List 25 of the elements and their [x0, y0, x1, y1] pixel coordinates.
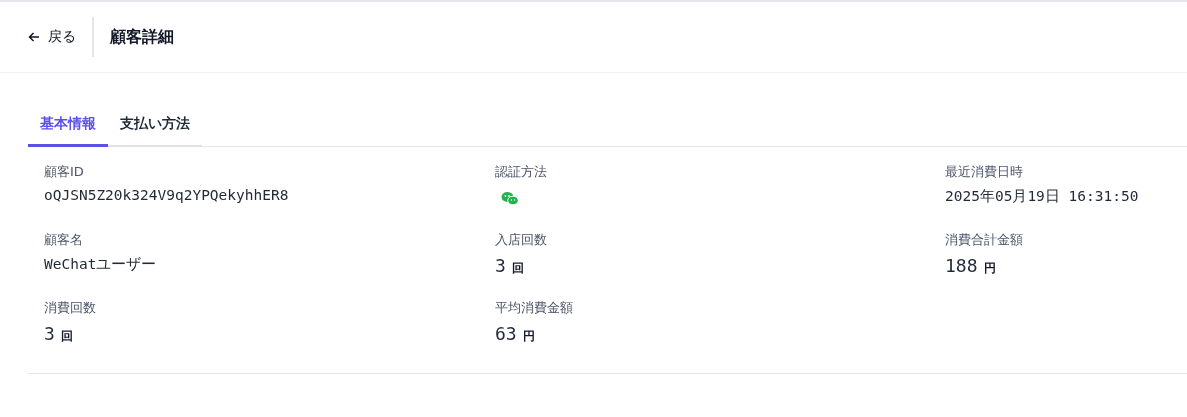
field-label: 平均消費金額	[495, 299, 574, 317]
page-title: 顧客詳細	[110, 26, 174, 48]
back-arrow-icon	[28, 31, 40, 43]
field-label: 消費合計金額	[945, 231, 1024, 249]
tab[interactable]: 支払い方法	[108, 105, 202, 147]
field-value: 3	[495, 255, 506, 276]
unit-label: 回	[511, 261, 524, 275]
unit-label: 円	[522, 329, 535, 343]
wechat-icon	[501, 190, 519, 206]
field-label: 消費回数	[44, 299, 97, 317]
field-label: 認証方法	[495, 163, 548, 181]
back-button[interactable]: 戻る	[28, 17, 94, 57]
field-value: 2025年05月19日 16:31:50	[945, 187, 1140, 206]
field-value: oQJSN5Z20k324V9q2YPQekyhhER8	[44, 187, 290, 203]
field-value: 188	[945, 255, 978, 276]
unit-label: 回	[60, 329, 73, 343]
field-value: WeChatユーザー	[44, 255, 158, 274]
field-label: 顧客名	[44, 231, 84, 249]
field-label: 顧客ID	[44, 163, 85, 181]
field-value: 63	[495, 323, 517, 344]
field-label: 最近消費日時	[945, 163, 1024, 181]
field-label: 入店回数	[495, 231, 548, 249]
tab[interactable]: 基本情報	[28, 105, 108, 147]
field-value: 3	[44, 323, 55, 344]
unit-label: 円	[983, 261, 996, 275]
